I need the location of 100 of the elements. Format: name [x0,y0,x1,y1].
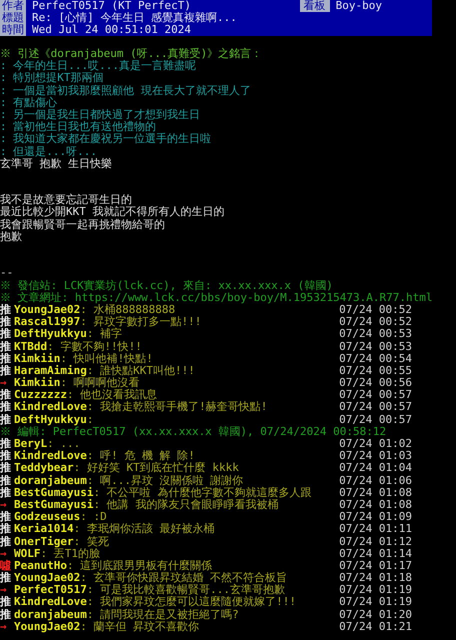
comment-user: BestGumayusi [14,486,94,499]
comment-user: BeryL [14,438,48,450]
comment-text: : 丟T1的臉 [40,548,100,560]
comment-time: 07/24 01:08 [339,486,412,499]
comment-text: : 誰快點KKT叫他!!! [86,364,195,377]
comment-text: : 請問我現在是又被拒絕了嗎? [86,608,239,621]
comment-text: : 笑死 [74,536,109,548]
comment-user: YoungJae02 [14,304,80,316]
comment-tag: 推 [0,364,14,378]
quote-line: : 今年的生日...哎...真是一言難盡呢 [0,60,196,72]
comment-user: OnerTiger [14,536,74,548]
comment-time: 07/24 01:12 [339,536,412,548]
comment-time: 07/24 01:02 [339,438,412,450]
body-text: 我會跟暢賢哥一起再挑禮物給哥的 [0,218,165,231]
quote-line: : 我知道大家都在慶祝另一位選手的生日啦 [0,133,212,146]
header-value: Wed Jul 24 00:51:01 2024 [32,24,191,36]
comment-tag: 推 [0,474,14,487]
comment-text: : 李珉炯你活該 最好被永桶 [74,523,214,536]
comment-user: BestGumayusi [14,498,94,512]
comment-user: KTBdd [14,340,48,353]
comment-time: 07/24 00:57 [339,414,412,426]
comment-text: : 快叫他補!快點! [60,352,153,365]
comment-time: 07/24 01:19 [339,596,412,609]
comment-time: 07/24 01:11 [339,523,412,536]
comment-text: : 啊啊啊他沒看 [60,377,140,390]
comment-tag: 推 [0,536,14,548]
comment-tag: → [0,584,14,596]
comment-user: KindredLove [14,596,87,609]
comment-text: : 蘭辛但 昇玟不喜歡你 [80,620,200,633]
comment-time: 07/24 00:57 [339,401,412,414]
comment-tag: → [0,620,14,633]
comment-user: Keria1014 [14,523,74,536]
comment-tag: 推 [0,572,14,584]
comment-text: : ... [47,438,80,450]
quote-line: : 當初他生日我也有送他禮物的 [0,121,156,134]
comment-text: : [86,414,94,426]
comment-tag: 推 [0,352,14,365]
comment-user: YoungJae02 [14,572,80,584]
comment-time: 07/24 01:06 [339,474,412,487]
body-text: 我不是故意要忘記哥生日的 [0,194,132,206]
comment-user: doranjabeum [14,474,87,487]
comment-time: 07/24 01:03 [339,450,412,462]
comment-text: : 他講 我的隊友只會眼睜睜看我被桶 [93,498,278,512]
board-label: 看板 [300,0,330,12]
comment-user: DeftHyukkyu [14,328,87,340]
header-label: 作者 [0,0,26,12]
comment-tag: → [0,548,14,560]
comment-time: 07/24 01:20 [339,608,412,621]
body-text: 最近比較少開KKT 我就記不得所有人的生日的 [0,206,224,218]
comment-user: Rascal1997 [14,316,80,328]
quote-line: : 有點傷心 [0,96,58,109]
comment-tag: 推 [0,414,14,426]
body-text: 抱歉 [0,230,22,243]
comment-text: : :D [80,511,107,524]
comment-text: : 補字 [86,328,122,340]
comment-user: Kimkiin [14,352,60,365]
edit-note: ※ 編輯: PerfecT0517 (xx.xx.xxx.x 韓國), 07/24/2024 00:58:12 [0,426,386,438]
comment-tag: 推 [0,523,14,536]
comment-user: KindredLove [14,401,87,414]
comment-tag: 推 [0,486,14,499]
comment-user: Cuzzzzzz [14,389,67,402]
comment-text: : 好好笑 KT到底在忙什麼 kkkk [74,462,239,474]
comment-tag: 推 [0,462,14,475]
comment-text: : 他也沒看我訊息 [66,389,158,402]
comment-tag: → [0,377,14,390]
comment-user: Godzeuseus [14,511,80,524]
comment-user: YoungJae02 [14,620,80,633]
quote-title: ※ 引述《doranjabeum (呀...真難受)》之銘言： [0,48,262,60]
header-label: 標題 [0,12,26,24]
comment-time: 07/24 00:53 [339,328,412,340]
comment-tag: 推 [0,304,14,316]
comment-text: : 啊...昇玟 沒關係啦 謝謝你 [86,474,244,487]
comment-text: : 呼! 危 機 解 除! [86,450,195,462]
header-label: 時間 [0,24,26,36]
comment-user: Teddybear [14,462,74,475]
comment-tag: 推 [0,340,14,353]
comment-tag: 推 [0,438,14,450]
comment-text: : 我搶走乾熙哥手機了!赫奎哥快點! [86,401,268,414]
comment-user: doranjabeum [14,608,87,621]
comment-text: : 可是我比較喜歡暢賢哥...玄準哥抱歉 [86,584,285,596]
quote-line: : 另一個是我生日都快過了才想到我生日 [0,108,200,121]
comment-time: 07/24 01:17 [339,560,412,572]
header-value: Re: [心情] 今年生日 感覺真複雜啊... [32,12,237,24]
comment-text: : 玄準哥你快跟昇玟結婚 不然不符合板旨 [80,572,288,584]
comment-time: 07/24 00:54 [339,352,412,365]
signature-line: ※ 發信站: LCK實業坊(lck.cc), 來自: xx.xx.xxx.x (韓國) [0,280,333,292]
comment-tag: 推 [0,608,14,621]
comment-tag: 推 [0,389,14,402]
comment-text: : 我們家昇玟怎麼可以這麼隨便就嫁了!!! [86,596,296,609]
comment-time: 07/24 00:52 [339,304,412,316]
board-name: Boy-boy [336,0,382,12]
comment-tag: 噓 [0,560,14,572]
comment-text: : 字數不夠!!快!! [47,340,142,352]
comment-time: 07/24 00:55 [339,364,412,378]
comment-user: WOLF [14,548,40,560]
comment-user: KindredLove [14,450,87,462]
comment-tag: 推 [0,316,14,328]
comment-tag: 推 [0,511,14,524]
comment-time: 07/24 01:21 [339,620,412,633]
reply-text: 玄準哥 抱歉 生日快樂 [0,158,112,170]
